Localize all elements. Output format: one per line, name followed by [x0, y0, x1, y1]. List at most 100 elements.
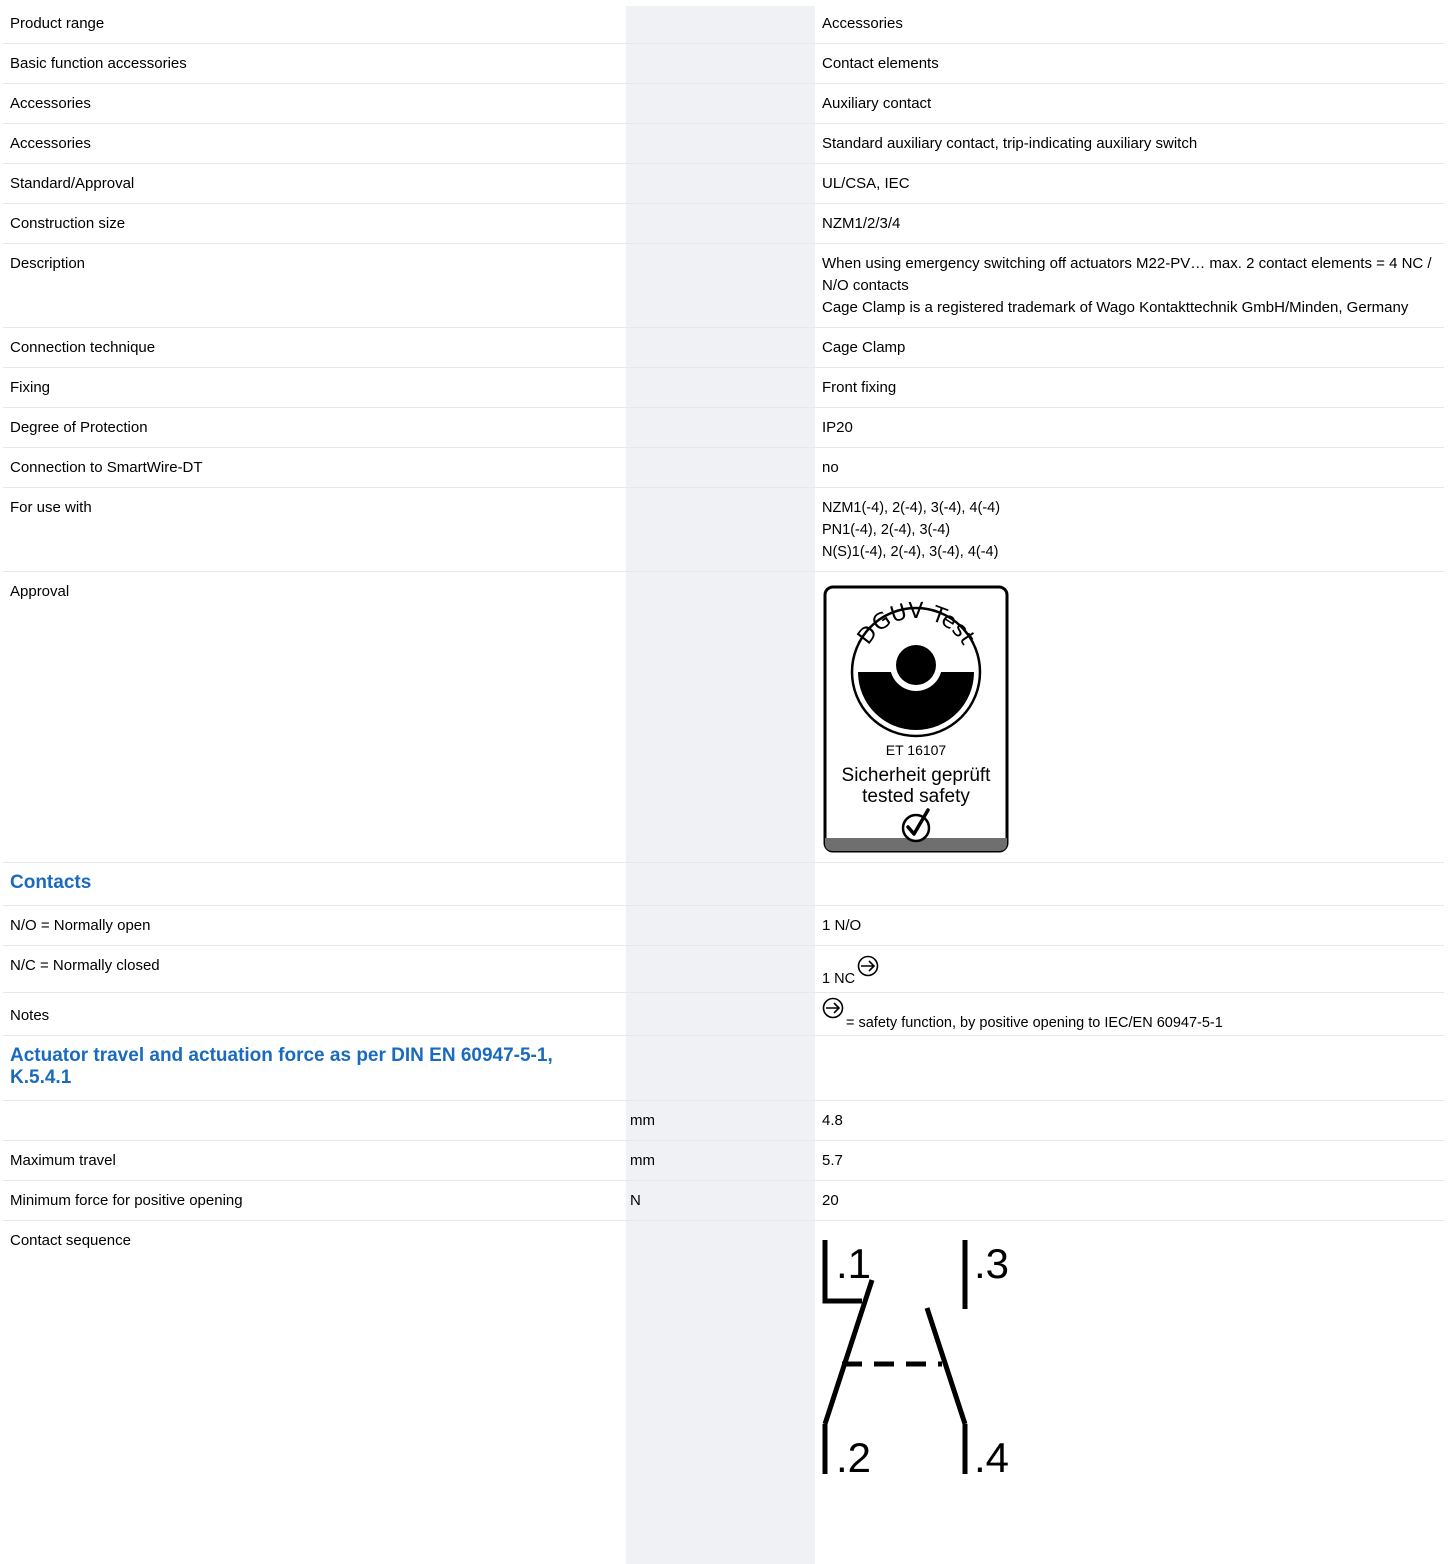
row-unit [623, 367, 815, 408]
row-value: Accessories [815, 4, 1444, 44]
row-label: N/C = Normally closed [3, 945, 623, 993]
row-value [815, 862, 1444, 906]
row-label: Description [3, 243, 623, 328]
row-value: 5.7 [815, 1140, 1444, 1181]
row-unit [623, 1035, 815, 1101]
row-value: Auxiliary contact [815, 83, 1444, 124]
row-label: Connection to SmartWire-DT [3, 447, 623, 488]
terminal-label: .1 [836, 1240, 871, 1287]
section-row: Actuator travel and actuation force as p… [3, 1035, 1444, 1101]
table-row: Basic function accessories Contact eleme… [3, 43, 1444, 84]
row-unit [623, 4, 815, 44]
table-row: Maximum travel mm 5.7 [3, 1140, 1444, 1181]
row-label: Product range [3, 4, 623, 44]
terminal-label: .2 [836, 1434, 871, 1476]
row-unit [623, 203, 815, 244]
table-row: Minimum force for positive opening N 20 [3, 1180, 1444, 1221]
row-value: 4.8 [815, 1100, 1444, 1141]
row-unit [623, 945, 815, 993]
row-label: Connection technique [3, 327, 623, 368]
row-unit: N [623, 1180, 815, 1221]
terminal-label: .3 [974, 1240, 1009, 1287]
row-unit [623, 992, 815, 1036]
table-row: N/O = Normally open 1 N/O [3, 905, 1444, 946]
row-unit [623, 407, 815, 448]
row-label: Accessories [3, 83, 623, 124]
row-value-cell: When using emergency switching off actua… [815, 243, 1444, 328]
table-row: Approval DGUV Test ET 16107 Sicherheit g… [3, 571, 1444, 863]
table-row: Fixing Front fixing [3, 367, 1444, 408]
sequence-cell: .1 .3 .2 .4 [815, 1221, 1444, 1485]
row-value: Contact elements [815, 43, 1444, 84]
row-value: IP20 [815, 407, 1444, 448]
row-unit [623, 163, 815, 204]
row-unit [623, 487, 815, 572]
row-value: NZM1(-4), 2(-4), 3(-4), 4(-4) PN1(-4), 2… [822, 500, 1001, 560]
row-unit: mm [623, 1140, 815, 1181]
table-row: Contact sequence .1 .3 .2 .4 [3, 1221, 1444, 1485]
row-unit [623, 571, 815, 863]
row-value: Front fixing [815, 367, 1444, 408]
section-heading-contacts: Contacts [3, 862, 623, 906]
row-value: 1 N/O [815, 905, 1444, 946]
table-row: Accessories Standard auxiliary contact, … [3, 123, 1444, 164]
row-unit [623, 905, 815, 946]
table-row: N/C = Normally closed 1 NC [3, 945, 1444, 993]
table-row: Connection to SmartWire-DT no [3, 447, 1444, 488]
positive-opening-icon [857, 955, 879, 977]
row-unit [623, 123, 815, 164]
row-label: Fixing [3, 367, 623, 408]
row-value: no [815, 447, 1444, 488]
row-value-cell: NZM1(-4), 2(-4), 3(-4), 4(-4) PN1(-4), 2… [815, 487, 1444, 572]
row-label: N/O = Normally open [3, 905, 623, 946]
row-unit [623, 43, 815, 84]
row-unit [623, 862, 815, 906]
row-label: Standard/Approval [3, 163, 623, 204]
row-unit [623, 1221, 815, 1485]
row-label: Construction size [3, 203, 623, 244]
row-value: When using emergency switching off actua… [822, 255, 1432, 316]
table-row: Description When using emergency switchi… [3, 243, 1444, 328]
row-label: Basic function accessories [3, 43, 623, 84]
row-value: 20 [815, 1180, 1444, 1221]
positive-opening-icon [822, 997, 844, 1019]
row-label: Contact sequence [10, 1232, 131, 1249]
badge-line1: Sicherheit geprüft [842, 765, 992, 786]
row-label: Maximum travel [3, 1140, 623, 1181]
table-row: Accessories Auxiliary contact [3, 83, 1444, 124]
contact-sequence-diagram: .1 .3 .2 .4 [822, 1240, 1009, 1476]
badge-line2: tested safety [862, 786, 970, 807]
row-unit [623, 83, 815, 124]
badge-id: ET 16107 [886, 742, 947, 758]
row-value: UL/CSA, IEC [815, 163, 1444, 204]
table-row: Product range Accessories [3, 4, 1444, 44]
row-unit: mm [623, 1100, 815, 1141]
table-row: Notes = safety function, by positive ope… [3, 992, 1444, 1036]
table-row: mm 4.8 [3, 1100, 1444, 1141]
row-value: 1 NC [822, 971, 856, 987]
approval-cell: DGUV Test ET 16107 Sicherheit geprüft te… [815, 571, 1444, 863]
row-label [3, 1100, 623, 1141]
section-heading-actuator: Actuator travel and actuation force as p… [3, 1035, 623, 1101]
table-row: For use with NZM1(-4), 2(-4), 3(-4), 4(-… [3, 487, 1444, 572]
table-row: Standard/Approval UL/CSA, IEC [3, 163, 1444, 204]
spec-table: Product range Accessories Basic function… [3, 4, 1444, 1484]
row-value-cell: = safety function, by positive opening t… [815, 992, 1444, 1036]
row-value: Standard auxiliary contact, trip-indicat… [815, 123, 1444, 164]
row-unit [623, 327, 815, 368]
dguv-test-badge: DGUV Test ET 16107 Sicherheit geprüft te… [823, 585, 1009, 853]
row-unit [623, 243, 815, 328]
row-label: Degree of Protection [3, 407, 623, 448]
row-label: Accessories [3, 123, 623, 164]
row-value: Cage Clamp [815, 327, 1444, 368]
row-value: NZM1/2/3/4 [815, 203, 1444, 244]
table-row: Construction size NZM1/2/3/4 [3, 203, 1444, 244]
row-label: For use with [3, 487, 623, 572]
row-value [815, 1035, 1444, 1101]
table-row: Degree of Protection IP20 [3, 407, 1444, 448]
section-row: Contacts [3, 862, 1444, 906]
row-value: = safety function, by positive opening t… [846, 1015, 1223, 1031]
row-unit [623, 447, 815, 488]
row-label: Minimum force for positive opening [3, 1180, 623, 1221]
row-label: Approval [3, 571, 623, 863]
